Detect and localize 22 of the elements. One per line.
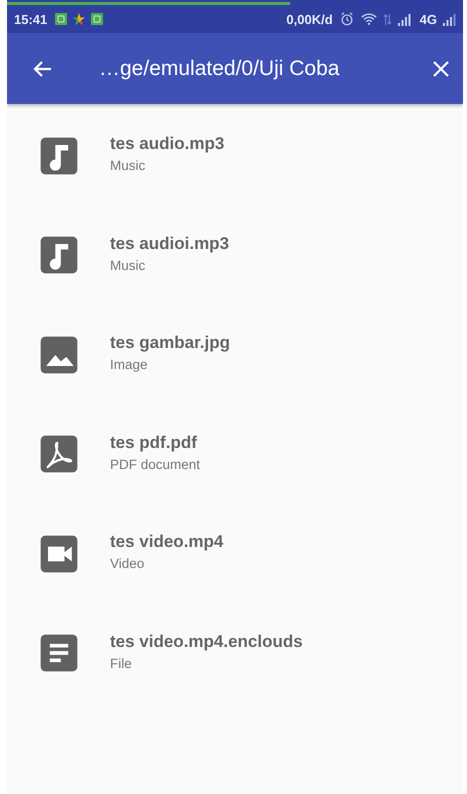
file-name[interactable]: tes video.mp4: [110, 532, 224, 552]
file-name[interactable]: tes video.mp4.enclouds: [110, 632, 303, 652]
data-arrows-icon: [382, 12, 392, 26]
file-name[interactable]: tes audioi.mp3: [110, 234, 230, 254]
file-type: Music: [110, 258, 146, 273]
notification-icon: [91, 13, 104, 25]
notification-icon: [55, 13, 68, 25]
file-type: Image: [110, 357, 149, 372]
wifi-icon: [360, 12, 377, 26]
file-name[interactable]: tes audio.mp3: [110, 134, 224, 154]
status-time: 15:41: [14, 12, 48, 26]
file-name[interactable]: tes pdf.pdf: [110, 432, 200, 453]
network-type: 4G: [420, 12, 437, 26]
file-type: Video: [110, 556, 146, 572]
file-name[interactable]: tes gambar.jpg: [110, 333, 230, 354]
alarm-icon: [338, 12, 355, 26]
file-type: Music: [110, 158, 146, 174]
file-type: PDF document: [110, 456, 200, 472]
star-icon: [73, 13, 86, 25]
network-speed: 0,00K/d: [286, 12, 333, 26]
path-title: …ge/emulated/0/Uji Coba: [99, 56, 340, 80]
file-type: File: [110, 656, 133, 671]
